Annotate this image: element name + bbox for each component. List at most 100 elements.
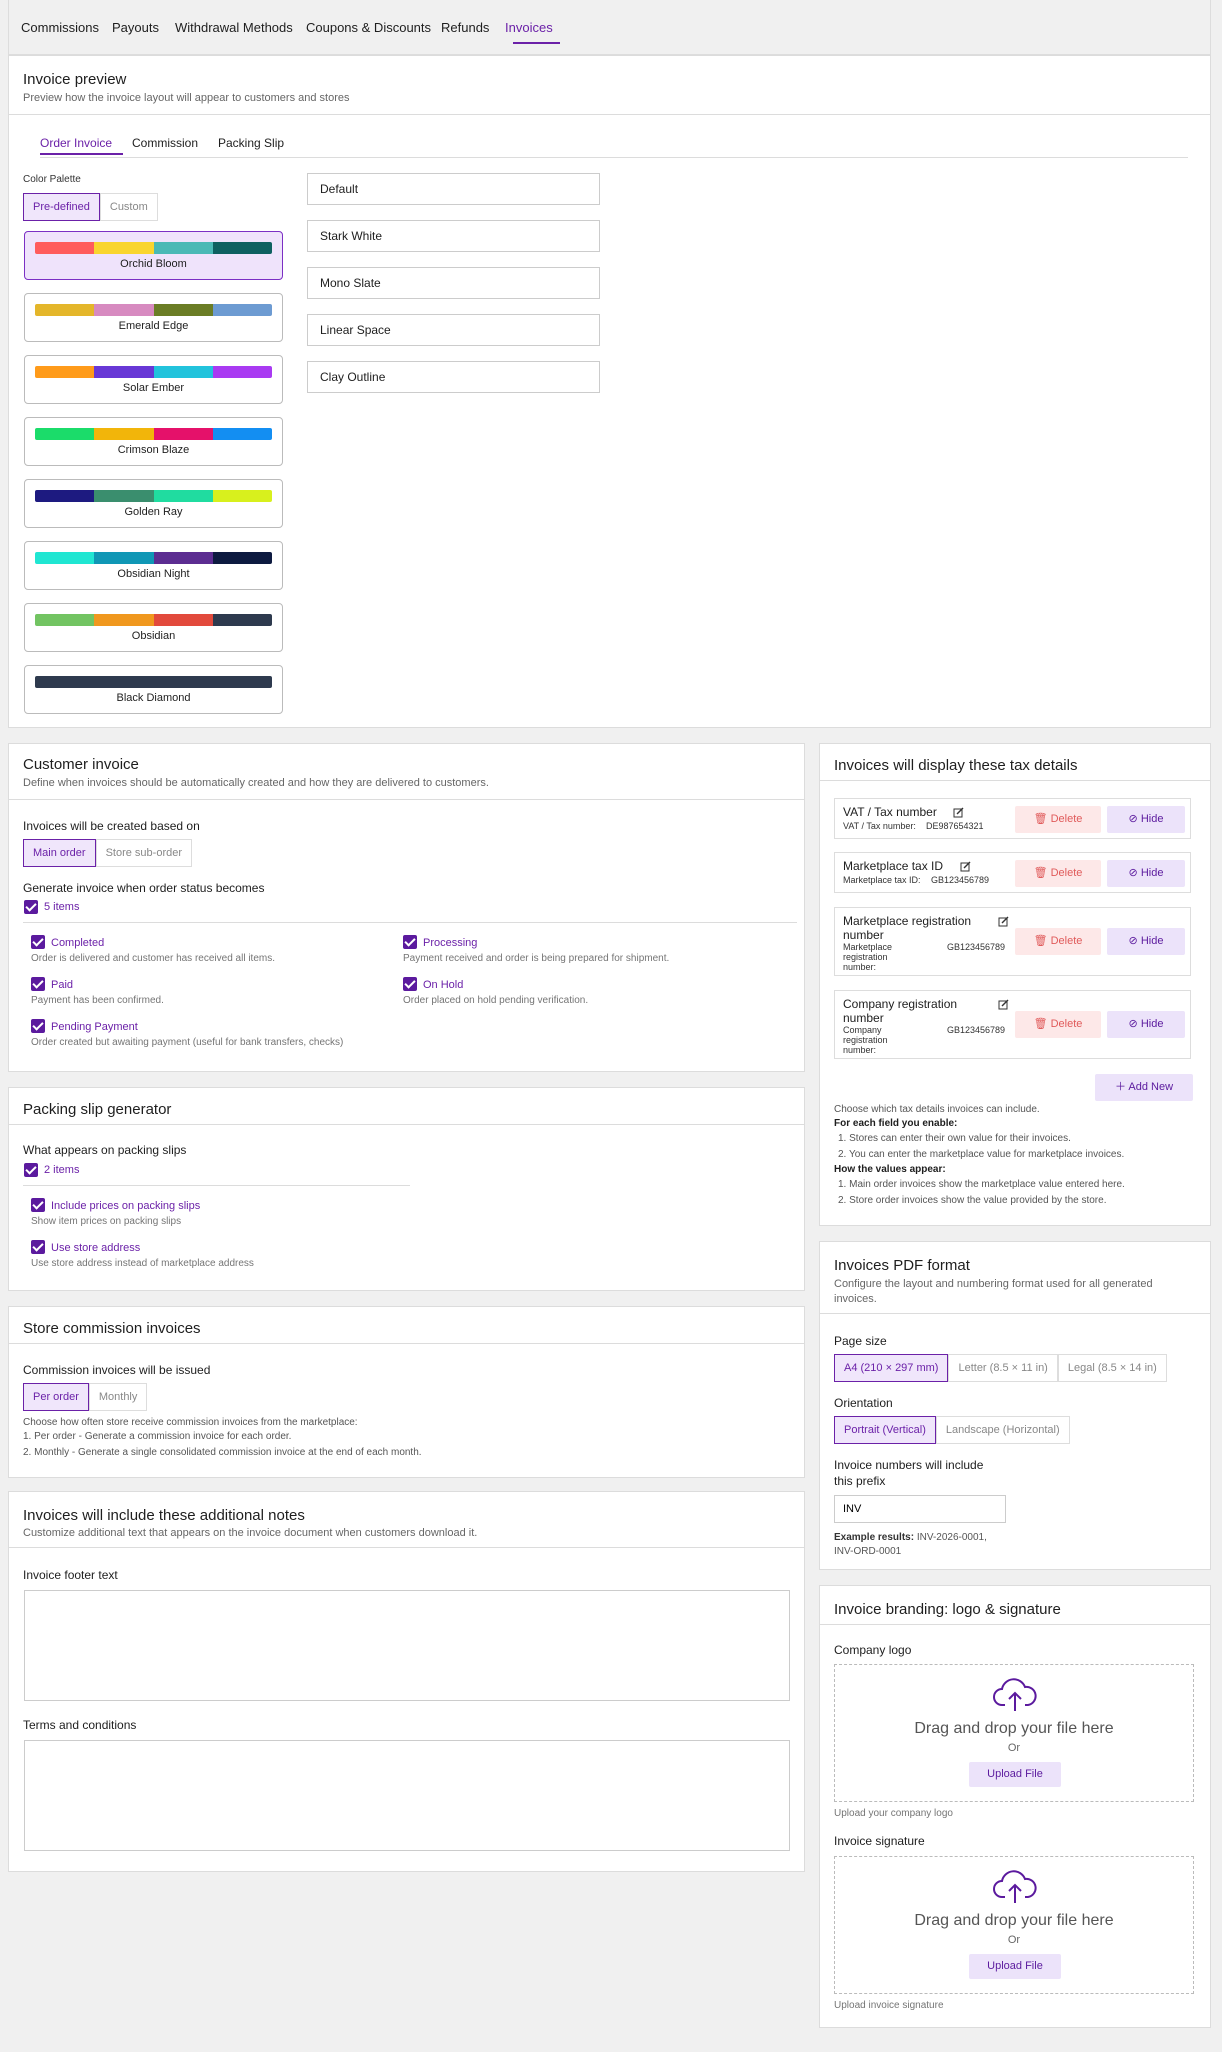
pdf-title: Invoices PDF format: [834, 1257, 970, 1274]
hide-button[interactable]: ⊘ Hide: [1107, 806, 1185, 833]
tab-order-invoice[interactable]: Order Invoice: [40, 136, 112, 150]
completed-desc: Order is delivered and customer has rece…: [31, 953, 275, 964]
palette-swatch: [35, 428, 95, 440]
tax-item-value: GB123456789: [947, 1025, 1006, 1035]
edit-icon[interactable]: [998, 997, 1009, 1010]
main-order-button[interactable]: Main order: [23, 839, 96, 867]
signature-label: Invoice signature: [834, 1834, 925, 1848]
palette-option[interactable]: Obsidian: [24, 603, 283, 652]
palette-option[interactable]: Obsidian Night: [24, 541, 283, 590]
palette-option[interactable]: Orchid Bloom: [24, 231, 283, 280]
tab-commissions[interactable]: Commissions: [21, 20, 99, 35]
palette-swatch: [94, 304, 154, 316]
tax-item: Marketplace tax ID Marketplace tax ID: G…: [834, 852, 1191, 893]
palette-swatch: [35, 366, 95, 378]
tab-coupons-discounts[interactable]: Coupons & Discounts: [306, 20, 431, 35]
palette-swatch: [153, 304, 213, 316]
logo-or-text: Or: [1007, 1742, 1021, 1754]
delete-button[interactable]: 🗑 Delete: [1015, 928, 1101, 955]
palette-swatch: [94, 242, 154, 254]
upload-signature-button[interactable]: Upload File: [969, 1954, 1061, 1979]
hide-button[interactable]: ⊘ Hide: [1107, 928, 1185, 955]
use-store-address-desc: Use store address instead of marketplace…: [31, 1258, 254, 1269]
use-store-address-checkbox[interactable]: [31, 1240, 45, 1254]
per-order-button[interactable]: Per order: [23, 1383, 89, 1411]
status-select-all-checkbox[interactable]: [24, 900, 38, 914]
palette-option[interactable]: Crimson Blaze: [24, 417, 283, 466]
palette-option[interactable]: Golden Ray: [24, 479, 283, 528]
packing-select-all-checkbox[interactable]: [24, 1163, 38, 1177]
tax-details-card: Invoices will display these tax details …: [819, 743, 1211, 1226]
palette-option[interactable]: Solar Ember: [24, 355, 283, 404]
tab-withdrawal-methods[interactable]: Withdrawal Methods: [175, 20, 293, 35]
palette-option[interactable]: Emerald Edge: [24, 293, 283, 342]
palette-name: Emerald Edge: [118, 320, 189, 332]
pending-payment-label: Pending Payment: [51, 1021, 138, 1033]
edit-icon[interactable]: [998, 914, 1009, 927]
add-new-tax-button[interactable]: ＋ Add New: [1095, 1074, 1193, 1101]
orientation-portrait[interactable]: Portrait (Vertical): [834, 1416, 936, 1444]
logo-dropzone[interactable]: Drag and drop your file here Or Upload F…: [834, 1664, 1194, 1802]
tab-refunds[interactable]: Refunds: [441, 20, 489, 35]
delete-button[interactable]: 🗑 Delete: [1015, 860, 1101, 887]
orientation-toggle: Portrait (Vertical) Landscape (Horizonta…: [834, 1416, 1070, 1444]
commission-help-2: 2. Monthly - Generate a single consolida…: [23, 1447, 422, 1458]
completed-checkbox[interactable]: [31, 935, 45, 949]
palette-swatch: [212, 242, 272, 254]
commission-frequency-toggle: Per order Monthly: [23, 1383, 148, 1411]
logo-help: Upload your company logo: [834, 1808, 953, 1819]
template-option[interactable]: Clay Outline: [307, 361, 600, 393]
tab-commission[interactable]: Commission: [132, 136, 198, 150]
hide-button[interactable]: ⊘ Hide: [1107, 860, 1185, 887]
page-size-legal[interactable]: Legal (8.5 × 14 in): [1057, 1354, 1167, 1382]
tab-invoices[interactable]: Invoices: [505, 20, 553, 35]
preview-subtitle: Preview how the invoice layout will appe…: [23, 92, 350, 104]
palette-custom-button[interactable]: Custom: [99, 193, 158, 221]
template-option[interactable]: Default: [307, 173, 600, 205]
palette-swatch: [212, 428, 272, 440]
prefix-input[interactable]: [834, 1495, 1006, 1523]
tax-help-4: How the values appear:: [834, 1164, 946, 1175]
tax-item-field: Marketplace registration number:: [843, 942, 893, 972]
page-size-letter[interactable]: Letter (8.5 × 11 in): [948, 1354, 1058, 1382]
tab-payouts[interactable]: Payouts: [112, 20, 159, 35]
commission-title: Store commission invoices: [23, 1320, 201, 1337]
tax-item-name: Marketplace registration number: [843, 914, 972, 942]
tax-item-field: Company registration number:: [843, 1025, 888, 1055]
pending-payment-checkbox[interactable]: [31, 1019, 45, 1033]
orientation-landscape[interactable]: Landscape (Horizontal): [935, 1416, 1070, 1444]
preview-tab-indicator: [40, 153, 123, 155]
paid-checkbox[interactable]: [31, 977, 45, 991]
upload-logo-button[interactable]: Upload File: [969, 1762, 1061, 1787]
edit-icon[interactable]: [953, 805, 964, 818]
paid-desc: Payment has been confirmed.: [31, 995, 164, 1006]
hide-button[interactable]: ⊘ Hide: [1107, 1011, 1185, 1038]
palette-name: Solar Ember: [122, 382, 185, 394]
tab-packing-slip[interactable]: Packing Slip: [218, 136, 284, 150]
template-option[interactable]: Stark White: [307, 220, 600, 252]
delete-button[interactable]: 🗑 Delete: [1015, 1011, 1101, 1038]
processing-checkbox[interactable]: [403, 935, 417, 949]
delete-button[interactable]: 🗑 Delete: [1015, 806, 1101, 833]
tax-help-2: 1. Stores can enter their own value for …: [838, 1133, 1071, 1144]
on-hold-checkbox[interactable]: [403, 977, 417, 991]
palette-swatch: [35, 676, 95, 688]
edit-icon[interactable]: [960, 859, 971, 872]
palette-name: Black Diamond: [116, 692, 191, 704]
monthly-button[interactable]: Monthly: [88, 1383, 148, 1411]
template-option[interactable]: Mono Slate: [307, 267, 600, 299]
on-hold-label: On Hold: [423, 979, 464, 991]
invoice-preview-card: Invoice preview Preview how the invoice …: [8, 55, 1211, 728]
template-option[interactable]: Linear Space: [307, 314, 600, 346]
terms-input[interactable]: [24, 1740, 790, 1851]
store-suborder-button[interactable]: Store sub-order: [95, 839, 193, 867]
footer-text-input[interactable]: [24, 1590, 790, 1701]
page-size-a4[interactable]: A4 (210 × 297 mm): [834, 1354, 949, 1382]
include-prices-checkbox[interactable]: [31, 1198, 45, 1212]
tax-item-field: Marketplace tax ID:: [843, 875, 921, 885]
palette-swatch-bar: [35, 552, 272, 564]
signature-dropzone[interactable]: Drag and drop your file here Or Upload F…: [834, 1856, 1194, 1994]
page-size-toggle: A4 (210 × 297 mm) Letter (8.5 × 11 in) L…: [834, 1354, 1167, 1382]
palette-option[interactable]: Black Diamond: [24, 665, 283, 714]
palette-predefined-button[interactable]: Pre-defined: [23, 193, 100, 221]
